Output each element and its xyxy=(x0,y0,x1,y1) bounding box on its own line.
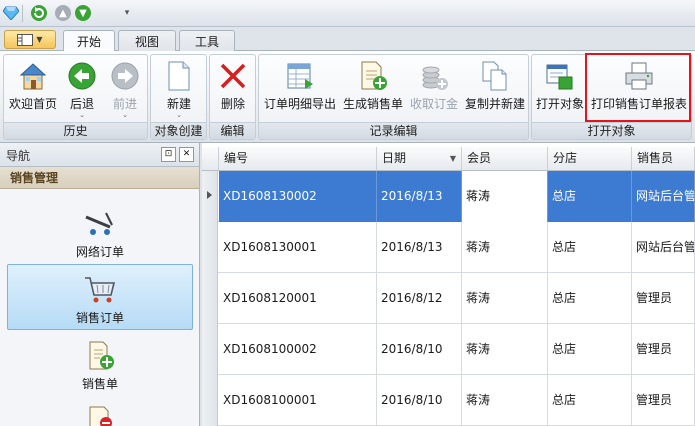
customize-dropdown-icon[interactable]: ▾ xyxy=(120,4,134,22)
export-order-details-button[interactable]: 订单明细导出 xyxy=(261,57,339,119)
column-header-branch[interactable]: 分店 xyxy=(548,147,632,171)
cell-date[interactable]: 2016/8/12 xyxy=(377,273,462,324)
row-selector[interactable] xyxy=(202,375,218,426)
tab-view[interactable]: 视图 xyxy=(118,30,176,52)
cell-date[interactable]: 2016/8/13 xyxy=(377,171,462,222)
group-record-edit: 订单明细导出 生成销售单 收取订金 复制并新建 记录编辑 xyxy=(258,54,529,140)
row-selector[interactable] xyxy=(202,171,218,222)
up-icon[interactable]: ▲ xyxy=(54,4,72,22)
generate-sales-slip-button[interactable]: 生成销售单 xyxy=(341,57,405,119)
column-header-salesperson[interactable]: 销售员 xyxy=(632,147,695,171)
cell-salesperson[interactable]: 网站后台管 xyxy=(632,222,695,273)
cell-date[interactable]: 2016/8/10 xyxy=(377,324,462,375)
table-row[interactable]: XD1608130001 2016/8/13 蒋涛 总店 网站后台管 xyxy=(202,222,695,273)
table-row[interactable]: XD1608130002 2016/8/13 蒋涛 总店 网站后台管 xyxy=(202,171,695,222)
tab-home[interactable]: 开始 xyxy=(63,30,115,52)
orders-grid: 编号 日期 ▼ 会员 分店 销售员 XD1608130002 2016/8/13… xyxy=(202,143,695,426)
group-edit: 删除 编辑 xyxy=(209,54,256,140)
cell-member[interactable]: 蒋涛 xyxy=(462,324,548,375)
nav-item-sales-orders[interactable]: 销售订单 xyxy=(7,264,193,330)
delete-x-icon xyxy=(216,59,250,93)
row-selector[interactable] xyxy=(202,324,218,375)
cell-member[interactable]: 蒋涛 xyxy=(462,273,548,324)
welcome-home-button[interactable]: 欢迎首页 xyxy=(6,57,60,119)
cell-date[interactable]: 2016/8/13 xyxy=(377,222,462,273)
shopping-cart-icon xyxy=(83,275,117,305)
chevron-down-icon: ⌄ xyxy=(176,111,182,119)
sort-descending-icon: ▼ xyxy=(449,154,456,163)
house-icon xyxy=(16,59,50,93)
chevron-down-icon: ⌄ xyxy=(122,111,128,119)
back-arrow-icon xyxy=(65,59,99,93)
column-header-number[interactable]: 编号 xyxy=(219,147,377,171)
tab-tools[interactable]: 工具 xyxy=(179,30,235,52)
cell-salesperson[interactable]: 管理员 xyxy=(632,273,695,324)
forward-button[interactable]: 前进 ⌄ xyxy=(104,57,146,119)
grid-corner xyxy=(202,147,219,171)
refresh-icon[interactable] xyxy=(30,4,48,22)
ribbon-tab-row: ▼ 开始 视图 工具 xyxy=(0,27,695,52)
chevron-down-icon: ⌄ xyxy=(79,111,85,119)
cell-branch[interactable]: 总店 xyxy=(548,171,632,222)
nav-title: 导航 xyxy=(6,149,31,163)
nav-section-sales-management[interactable]: 销售管理 xyxy=(0,167,199,189)
application-menu-button[interactable]: ▼ xyxy=(4,30,56,49)
cell-member[interactable]: 蒋涛 xyxy=(462,171,548,222)
coins-icon xyxy=(417,59,451,93)
navigation-pane: 导航 ⊡ ✕ 销售管理 网络订单 销售订单 销售单 xyxy=(0,143,200,426)
open-object-icon xyxy=(543,59,577,93)
copy-and-new-button[interactable]: 复制并新建 xyxy=(463,57,527,119)
generate-document-icon xyxy=(356,59,390,93)
cell-number[interactable]: XD1608120001 xyxy=(219,273,377,324)
sales-document-icon xyxy=(83,341,117,371)
group-object-create: 新建 ⌄ 对象创建 xyxy=(150,54,207,140)
table-row[interactable]: XD1608100002 2016/8/10 蒋涛 总店 管理员 xyxy=(202,324,695,375)
nav-item-sales-slips[interactable]: 销售单 xyxy=(7,331,193,397)
cell-number[interactable]: XD1608100001 xyxy=(219,375,377,426)
cart-icon xyxy=(83,209,117,239)
title-bar: ▲ ▼ ▾ xyxy=(0,0,695,27)
close-icon[interactable]: ✕ xyxy=(179,147,194,162)
down-icon[interactable]: ▼ xyxy=(74,4,92,22)
table-row[interactable]: XD1608100001 2016/8/10 蒋涛 总店 管理员 xyxy=(202,375,695,426)
menu-panel-icon xyxy=(17,33,34,46)
cell-member[interactable]: 蒋涛 xyxy=(462,375,548,426)
export-table-icon xyxy=(283,59,317,93)
open-object-button[interactable]: 打开对象 xyxy=(534,57,586,119)
back-button[interactable]: 后退 ⌄ xyxy=(62,57,102,119)
app-diamond-icon[interactable] xyxy=(2,4,20,22)
cell-salesperson[interactable]: 网站后台管 xyxy=(632,171,695,222)
cell-number[interactable]: XD1608130001 xyxy=(219,222,377,273)
chevron-down-icon: ▼ xyxy=(36,35,43,44)
current-row-pointer-icon xyxy=(207,191,212,199)
cell-branch[interactable]: 总店 xyxy=(548,222,632,273)
pin-icon[interactable]: ⊡ xyxy=(161,147,176,162)
row-selector[interactable] xyxy=(202,222,218,273)
highlight-box xyxy=(585,53,691,122)
column-header-member[interactable]: 会员 xyxy=(462,147,548,171)
cell-salesperson[interactable]: 管理员 xyxy=(632,324,695,375)
group-history: 欢迎首页 后退 ⌄ 前进 ⌄ 历史 xyxy=(3,54,148,140)
delete-button[interactable]: 删除 xyxy=(212,57,254,119)
column-header-date[interactable]: 日期 ▼ xyxy=(377,147,462,171)
forward-arrow-icon xyxy=(108,59,142,93)
cell-branch[interactable]: 总店 xyxy=(548,324,632,375)
new-button[interactable]: 新建 ⌄ xyxy=(153,57,205,119)
cell-number[interactable]: XD1608130002 xyxy=(219,171,377,222)
nav-header: 导航 ⊡ ✕ xyxy=(0,143,199,167)
collect-deposit-button[interactable]: 收取订金 xyxy=(407,57,461,119)
new-document-icon xyxy=(162,59,196,93)
row-selector[interactable] xyxy=(202,273,218,324)
cell-branch[interactable]: 总店 xyxy=(548,273,632,324)
cell-number[interactable]: XD1608100002 xyxy=(219,324,377,375)
partial-nav-item-icon[interactable] xyxy=(86,405,114,426)
table-row[interactable]: XD1608120001 2016/8/12 蒋涛 总店 管理员 xyxy=(202,273,695,324)
copy-document-icon xyxy=(478,59,512,93)
nav-item-online-orders[interactable]: 网络订单 xyxy=(7,199,193,265)
separator xyxy=(22,5,23,22)
cell-salesperson[interactable]: 管理员 xyxy=(632,375,695,426)
cell-date[interactable]: 2016/8/10 xyxy=(377,375,462,426)
cell-branch[interactable]: 总店 xyxy=(548,375,632,426)
cell-member[interactable]: 蒋涛 xyxy=(462,222,548,273)
